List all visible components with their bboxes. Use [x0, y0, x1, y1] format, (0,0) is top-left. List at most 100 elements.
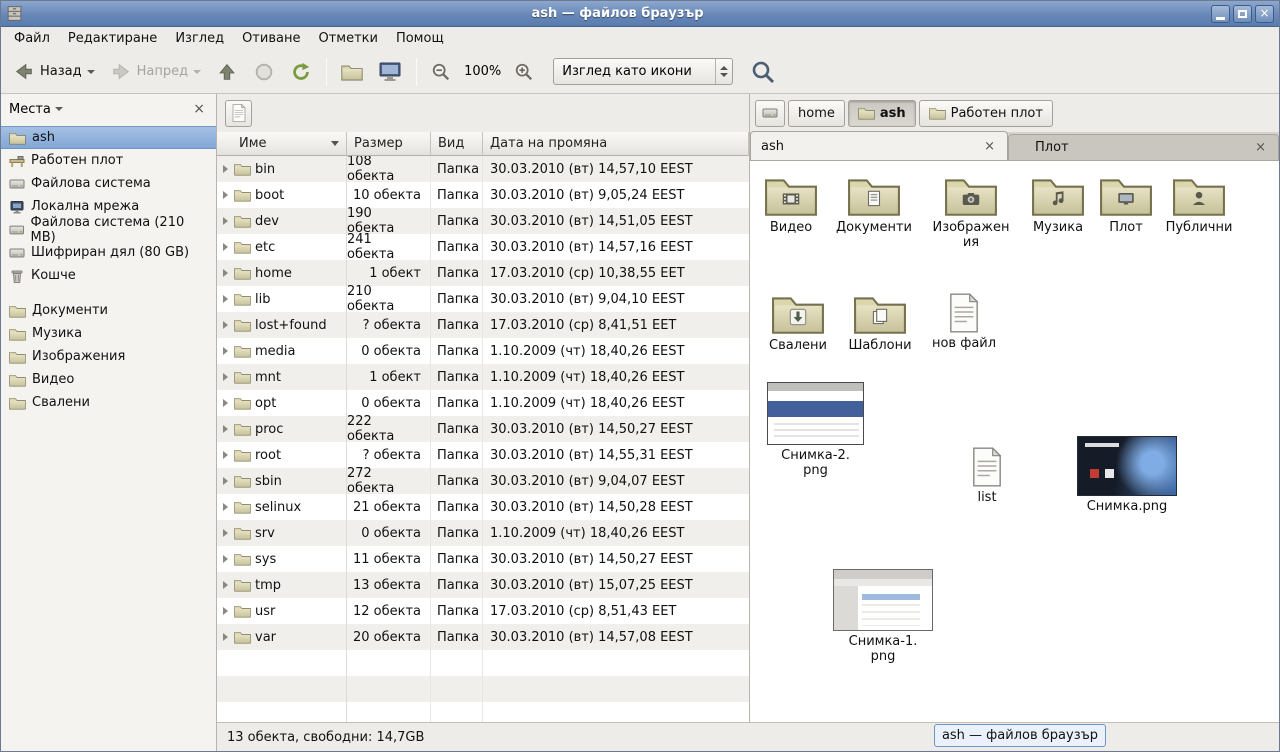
close-tab-icon[interactable]: × — [982, 139, 997, 154]
table-row[interactable]: root? обектаПапка30.03.2010 (вт) 14,55,3… — [217, 442, 749, 468]
window-list-button[interactable]: ash — файлов браузър — [934, 724, 1106, 747]
close-sidebar-icon[interactable]: × — [190, 101, 208, 117]
location-toggle-button[interactable] — [225, 100, 252, 127]
icon-item-snimka[interactable]: Снимка.png — [1077, 436, 1177, 514]
close-button[interactable]: × — [1255, 5, 1274, 23]
path-root-button[interactable] — [755, 100, 785, 127]
sidebar-item[interactable]: Изображения — [1, 345, 216, 368]
table-row[interactable]: mnt1 обектПапка1.10.2009 (чт) 18,40,26 E… — [217, 364, 749, 390]
view-mode-select[interactable]: Изглед като икони — [553, 58, 733, 85]
icon-item-snimka2[interactable]: Снимка-2.png — [767, 382, 864, 478]
stop-button[interactable] — [247, 56, 281, 88]
expander-icon[interactable] — [223, 477, 228, 485]
table-row[interactable]: lib210 обектаПапка30.03.2010 (вт) 9,04,1… — [217, 286, 749, 312]
icon-item-list[interactable]: list — [954, 447, 1020, 505]
tab-plot[interactable]: Плот × — [1008, 134, 1279, 160]
expander-icon[interactable] — [223, 451, 228, 459]
expander-icon[interactable] — [223, 165, 228, 173]
path-home-button[interactable]: home — [788, 100, 845, 127]
expander-icon[interactable] — [223, 581, 228, 589]
titlebar[interactable]: ash — файлов браузър × — [1, 1, 1279, 27]
icon-item-documents[interactable]: Документи — [832, 173, 916, 235]
expander-icon[interactable] — [223, 269, 228, 277]
column-header-size[interactable]: Размер — [347, 132, 431, 156]
menu-item[interactable]: Помощ — [387, 28, 453, 49]
table-row[interactable]: etc241 обектаПапка30.03.2010 (вт) 14,57,… — [217, 234, 749, 260]
expander-icon[interactable] — [223, 399, 228, 407]
sidebar-item[interactable]: Музика — [1, 322, 216, 345]
column-header-modified[interactable]: Дата на промяна — [483, 132, 749, 156]
places-caret-icon[interactable] — [55, 107, 63, 111]
table-row[interactable]: media0 обектаПапка1.10.2009 (чт) 18,40,2… — [217, 338, 749, 364]
expander-icon[interactable] — [223, 633, 228, 641]
sidebar-item[interactable]: ash — [1, 126, 216, 149]
icon-view[interactable]: Видео Документи — [750, 161, 1279, 722]
table-row[interactable]: lost+found? обектаПапка17.03.2010 (ср) 8… — [217, 312, 749, 338]
menu-item[interactable]: Отметки — [309, 28, 386, 49]
icon-item-downloads[interactable]: Свалени — [756, 291, 840, 353]
column-header-type[interactable]: Вид — [431, 132, 483, 156]
home-button[interactable] — [335, 58, 369, 86]
minimize-button[interactable] — [1211, 5, 1230, 23]
sidebar-item[interactable]: Видео — [1, 368, 216, 391]
path-ash-button[interactable]: ash — [848, 100, 916, 127]
expander-icon[interactable] — [223, 243, 228, 251]
menu-item[interactable]: Отиване — [233, 28, 309, 49]
close-tab-icon[interactable]: × — [1253, 140, 1268, 155]
search-button[interactable] — [744, 54, 782, 90]
expander-icon[interactable] — [223, 555, 228, 563]
expander-icon[interactable] — [223, 347, 228, 355]
table-row[interactable]: proc222 обектаПапка30.03.2010 (вт) 14,50… — [217, 416, 749, 442]
table-row[interactable]: tmp13 обектаПапка30.03.2010 (вт) 15,07,2… — [217, 572, 749, 598]
back-history-caret-icon[interactable] — [87, 70, 95, 74]
table-row[interactable]: selinux21 обектаПапка30.03.2010 (вт) 14,… — [217, 494, 749, 520]
table-row[interactable]: bin108 обектаПапка30.03.2010 (вт) 14,57,… — [217, 156, 749, 182]
places-title[interactable]: Места — [9, 102, 51, 117]
expander-icon[interactable] — [223, 373, 228, 381]
expander-icon[interactable] — [223, 321, 228, 329]
sidebar-item[interactable]: Кошче — [1, 264, 216, 287]
path-desktop-button[interactable]: Работен плот — [919, 100, 1053, 127]
icon-item-templates[interactable]: Шаблони — [838, 291, 922, 353]
forward-button[interactable]: Напред — [104, 56, 207, 88]
table-row[interactable]: opt0 обектаПапка1.10.2009 (чт) 18,40,26 … — [217, 390, 749, 416]
menu-item[interactable]: Редактиране — [59, 28, 166, 49]
table-row[interactable]: dev190 обектаПапка30.03.2010 (вт) 14,51,… — [217, 208, 749, 234]
expander-icon[interactable] — [223, 295, 228, 303]
icon-item-video[interactable]: Видео — [750, 173, 832, 235]
expander-icon[interactable] — [223, 217, 228, 225]
table-row[interactable]: srv0 обектаПапка1.10.2009 (чт) 18,40,26 … — [217, 520, 749, 546]
back-button[interactable]: Назад — [7, 56, 101, 88]
expander-icon[interactable] — [223, 191, 228, 199]
table-row[interactable]: usr12 обектаПапка17.03.2010 (ср) 8,51,43… — [217, 598, 749, 624]
menu-item[interactable]: Файл — [5, 28, 59, 49]
icon-item-snimka1[interactable]: Снимка-1.png — [833, 569, 933, 664]
table-row[interactable]: sbin272 обектаПапка30.03.2010 (вт) 9,04,… — [217, 468, 749, 494]
computer-button[interactable] — [372, 56, 408, 88]
up-button[interactable] — [210, 56, 244, 88]
zoom-out-button[interactable] — [425, 57, 457, 87]
sidebar-item[interactable]: Файлова система — [1, 172, 216, 195]
icon-item-public[interactable]: Публични — [1159, 173, 1239, 235]
icon-item-desktop[interactable]: Плот — [1088, 173, 1164, 235]
reload-button[interactable] — [284, 56, 318, 88]
table-row[interactable]: boot10 обектаПапка30.03.2010 (вт) 9,05,2… — [217, 182, 749, 208]
tab-ash[interactable]: ash × — [750, 131, 1008, 160]
table-row[interactable]: var20 обектаПапка30.03.2010 (вт) 14,57,0… — [217, 624, 749, 650]
column-header-name[interactable]: Име — [217, 132, 347, 156]
maximize-button[interactable] — [1233, 5, 1252, 23]
sidebar-item[interactable]: Шифриран дял (80 GB) — [1, 241, 216, 264]
icon-item-images[interactable]: Изображения — [929, 173, 1013, 250]
zoom-in-button[interactable] — [508, 57, 540, 87]
expander-icon[interactable] — [223, 503, 228, 511]
combo-arrows-icon[interactable] — [715, 59, 732, 84]
menu-item[interactable]: Изглед — [166, 28, 233, 49]
icon-item-new-file[interactable]: нов файл — [926, 293, 1002, 351]
sidebar-item[interactable]: Документи — [1, 299, 216, 322]
expander-icon[interactable] — [223, 607, 228, 615]
table-row[interactable]: home1 обектПапка17.03.2010 (ср) 10,38,55… — [217, 260, 749, 286]
sidebar-item[interactable]: Работен плот — [1, 149, 216, 172]
sidebar-item[interactable]: Свалени — [1, 391, 216, 414]
table-row[interactable]: sys11 обектаПапка30.03.2010 (вт) 14,50,2… — [217, 546, 749, 572]
sidebar-item[interactable]: Файлова система (210 MB) — [1, 218, 216, 241]
